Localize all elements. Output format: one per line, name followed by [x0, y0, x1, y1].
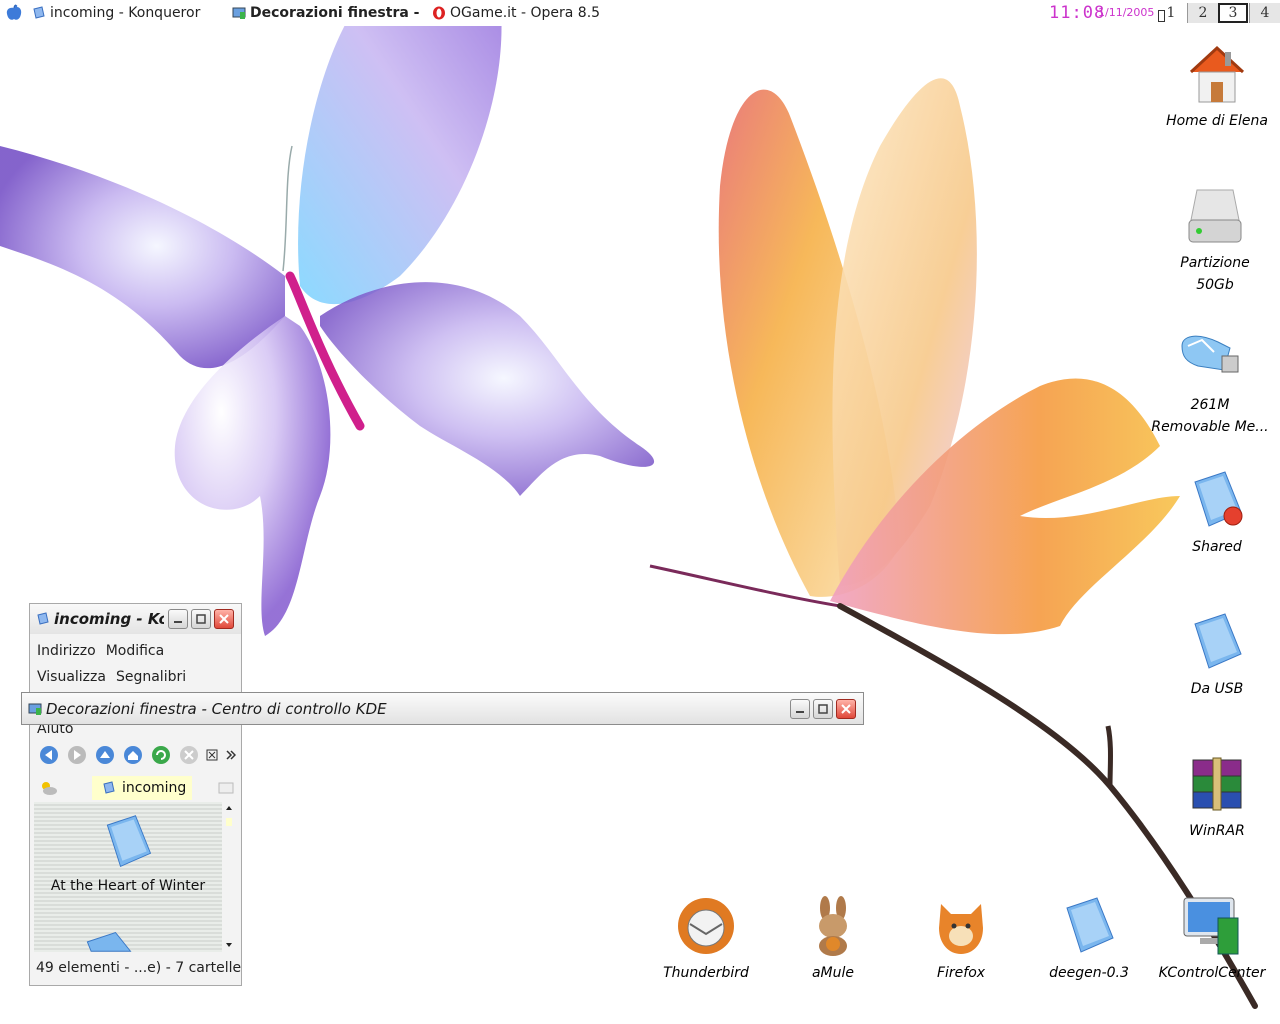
opera-icon	[433, 6, 445, 20]
task-label: Decorazioni finestra -	[250, 5, 420, 21]
task-konqueror[interactable]: incoming - Konqueror	[32, 4, 200, 22]
kcontrol-small-icon	[28, 703, 42, 715]
desktop-icon-thunderbird[interactable]: Thunderbird	[646, 894, 766, 984]
usb-drive-icon	[1181, 335, 1239, 373]
folder-icon	[1194, 613, 1242, 669]
up-icon[interactable]	[94, 744, 116, 766]
shared-folder-icon	[1194, 471, 1243, 527]
close-tab-icon[interactable]	[218, 781, 236, 795]
winrar-icon	[1192, 757, 1242, 811]
desktop-icon-shared[interactable]: Shared	[1157, 468, 1277, 558]
kcontrol-small-icon	[232, 7, 246, 19]
folder-small-icon	[103, 781, 115, 794]
amule-icon	[819, 896, 847, 956]
desktop-icon-removable[interactable]: 261M Removable Me...	[1150, 326, 1270, 438]
firefox-icon	[939, 904, 983, 954]
desktop-icon-deegen[interactable]: deegen-0.3	[1029, 894, 1149, 984]
close-icon	[219, 614, 229, 624]
task-label: incoming - Konqueror	[50, 5, 201, 21]
desktop-icon-kcontrolcenter[interactable]: KControlCenter	[1152, 894, 1272, 984]
maximize-icon	[818, 704, 828, 714]
maximize-button[interactable]	[191, 609, 211, 629]
hard-drive-icon	[1188, 189, 1242, 243]
minimize-icon	[174, 621, 182, 623]
date: 1/11/2005	[1098, 6, 1155, 19]
location-tab-label: incoming	[122, 780, 187, 796]
icon-label: Firefox	[936, 965, 986, 981]
folder-icon	[106, 815, 152, 868]
icon-label: Shared	[1192, 539, 1242, 555]
icon-label: Thunderbird	[663, 965, 749, 981]
home-icon	[1189, 45, 1245, 103]
minimize-button[interactable]	[168, 609, 188, 629]
window-title: Decorazioni finestra - Centro di control…	[46, 699, 387, 718]
clock[interactable]: 11:08	[1049, 3, 1105, 23]
icon-label: Home di Elena	[1166, 113, 1268, 129]
task-decorazioni[interactable]: Decorazioni finestra -	[232, 4, 420, 22]
back-icon[interactable]	[38, 744, 60, 766]
scroll-arrows-icon	[226, 806, 232, 947]
file-item[interactable]: At the Heart of Winter	[48, 812, 208, 895]
maximize-button[interactable]	[813, 699, 833, 719]
icon-label: aMule	[811, 965, 855, 981]
desktop-icon-winrar[interactable]: WinRAR	[1157, 752, 1277, 842]
moon-icon	[420, 8, 425, 18]
desktop-icon-amule[interactable]: aMule	[773, 894, 893, 984]
forward-icon[interactable]	[66, 744, 88, 766]
desktop-1[interactable]: 1	[1156, 3, 1186, 23]
icon-label-line2: Removable Me...	[1151, 419, 1269, 435]
top-panel: incoming - Konqueror Decorazioni finestr…	[0, 0, 1280, 26]
menu-visualizza[interactable]: Visualizza	[37, 669, 106, 685]
task-label: OGame.it - Opera 8.5	[450, 5, 601, 21]
menu-indirizzo[interactable]: Indirizzo	[37, 643, 96, 659]
status-bar: 49 elementi - ...e) - 7 cartelle	[36, 960, 242, 976]
more-chevron-icon[interactable]	[226, 744, 236, 766]
home-small-icon[interactable]	[122, 744, 144, 766]
desktop-icon-da-usb[interactable]: Da USB	[1157, 610, 1277, 700]
konqueror-window[interactable]: incoming - Kor Indirizzo Modifica Visual…	[29, 603, 242, 986]
maximize-icon	[196, 614, 206, 624]
minimize-icon	[796, 711, 804, 713]
icon-label: KControlCenter	[1158, 965, 1266, 981]
weather-icon[interactable]	[38, 778, 58, 798]
icon-label: Da USB	[1190, 681, 1244, 697]
icon-label: WinRAR	[1189, 823, 1245, 839]
task-opera[interactable]: OGame.it - Opera 8.5	[418, 4, 600, 22]
close-icon	[841, 704, 851, 714]
desktop-4[interactable]: 4	[1249, 3, 1280, 23]
clear-location-icon[interactable]	[206, 744, 220, 766]
konqueror-icon	[37, 612, 49, 625]
reload-icon[interactable]	[150, 744, 172, 766]
konqueror-toolbar	[38, 744, 236, 766]
folder-icon[interactable]	[78, 928, 138, 952]
kcontrol-icon	[1183, 897, 1239, 955]
desktop-2[interactable]: 2	[1187, 3, 1218, 23]
thunderbird-icon	[678, 898, 734, 954]
location-bar: incoming	[36, 776, 236, 800]
kcontrol-window-titlebar[interactable]: Decorazioni finestra - Centro di control…	[21, 692, 864, 725]
desktop-icon-firefox[interactable]: Firefox	[901, 894, 1021, 984]
desktop-icon-home[interactable]: Home di Elena	[1157, 42, 1277, 132]
icon-label-line2: 50Gb	[1196, 277, 1234, 293]
close-button[interactable]	[836, 699, 856, 719]
close-button[interactable]	[214, 609, 234, 629]
window-title: incoming - Kor	[54, 610, 164, 628]
konqueror-icon	[33, 6, 45, 19]
desktop-3[interactable]: 3	[1218, 3, 1248, 23]
minimize-button[interactable]	[790, 699, 810, 719]
menu-modifica[interactable]: Modifica	[106, 643, 165, 659]
file-view[interactable]: At the Heart of Winter	[34, 802, 222, 952]
vertical-scrollbar[interactable]	[223, 802, 235, 952]
icon-label: 261M	[1190, 397, 1230, 413]
file-name: At the Heart of Winter	[50, 878, 206, 894]
icon-label: deegen-0.3	[1049, 965, 1129, 981]
desktop-icon-partizione[interactable]: Partizione 50Gb	[1155, 184, 1275, 296]
icon-label: Partizione	[1180, 255, 1250, 271]
kde-menu-icon[interactable]	[4, 4, 24, 22]
location-tab[interactable]: incoming	[92, 776, 192, 800]
folder-icon	[1066, 897, 1114, 953]
stop-icon[interactable]	[178, 744, 200, 766]
menu-segnalibri[interactable]: Segnalibri	[116, 669, 186, 685]
